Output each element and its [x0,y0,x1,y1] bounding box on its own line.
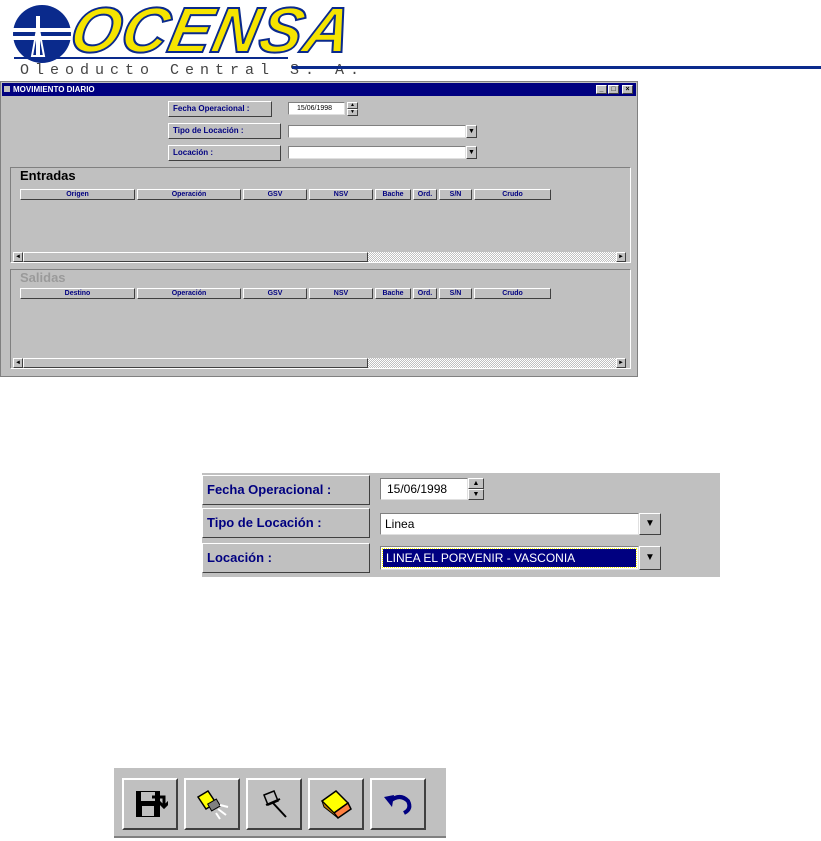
salidas-group: Salidas Destino Operación GSV NSV Bache … [10,269,631,369]
column-header-gsv[interactable]: GSV [243,288,307,299]
undo-button[interactable] [370,778,426,830]
flashlight-icon [196,789,229,820]
column-header-bache[interactable]: Bache [375,189,411,200]
column-header-ord[interactable]: Ord. [413,189,437,200]
zoomed-form-panel: Fecha Operacional : 15/06/1998 ▲ ▼ Tipo … [202,473,720,577]
column-header-gsv[interactable]: GSV [243,189,307,200]
locacion-selected-value[interactable]: LINEA EL PORVENIR - VASCONIA [382,548,637,568]
scroll-thumb[interactable] [23,252,368,262]
scroll-right-button[interactable]: ► [616,358,626,368]
maximize-button[interactable]: □ [608,85,619,94]
column-header-nsv[interactable]: NSV [309,189,373,200]
fecha-operacional-input[interactable]: 15/06/1998 [288,102,345,115]
tipo-locacion-label: Tipo de Locación : [168,123,281,139]
logo-subtitle: Oleoducto Central S. A. [20,62,366,79]
fecha-operacional-label: Fecha Operacional : [168,101,272,117]
locacion-label: Locación : [168,145,281,161]
save-button[interactable] [122,778,178,830]
tipo-locacion-select[interactable] [288,125,466,138]
window-titlebar[interactable]: MOVIMIENTO DIARIO _ □ × [2,83,636,96]
locacion-select[interactable] [288,146,466,159]
scroll-left-button[interactable]: ◄ [13,358,23,368]
column-header-crudo[interactable]: Crudo [474,189,551,200]
fecha-operacional-input[interactable]: 15/06/1998 [380,478,468,500]
scroll-right-button[interactable]: ► [616,252,626,262]
action-toolbar [114,768,446,838]
column-header-operacion[interactable]: Operación [137,189,241,200]
column-header-nsv[interactable]: NSV [309,288,373,299]
locacion-dropdown-arrow[interactable]: ▼ [639,546,661,570]
scroll-left-button[interactable]: ◄ [13,252,23,262]
tipo-locacion-label: Tipo de Locación : [202,508,370,538]
column-header-origen[interactable]: Origen [20,189,135,200]
window-menu-icon[interactable] [4,86,10,92]
column-header-operacion[interactable]: Operación [137,288,241,299]
scroll-track[interactable] [368,358,616,368]
locacion-dropdown-arrow[interactable]: ▼ [466,146,477,159]
salidas-title: Salidas [20,270,66,285]
column-header-sn[interactable]: S/N [439,189,472,200]
pushpin-icon [263,790,287,818]
eraser-icon [320,790,352,820]
logo-underline [14,57,288,59]
date-spin-down[interactable]: ▼ [347,109,358,116]
clear-button[interactable] [308,778,364,830]
locacion-select[interactable]: LINEA EL PORVENIR - VASCONIA [380,546,639,570]
scroll-thumb[interactable] [23,358,368,368]
save-icon [136,791,168,817]
minimize-button[interactable]: _ [596,85,607,94]
date-spin-up[interactable]: ▲ [347,102,358,109]
locacion-label: Locación : [202,543,370,573]
column-header-bache[interactable]: Bache [375,288,411,299]
salidas-horizontal-scrollbar[interactable]: ◄ ► [13,358,626,368]
window-title: MOVIMIENTO DIARIO [13,85,95,94]
tipo-locacion-select[interactable]: Linea [380,513,639,535]
tipo-locacion-dropdown-arrow[interactable]: ▼ [466,125,477,138]
date-spin-down[interactable]: ▼ [468,489,484,500]
tipo-locacion-dropdown-arrow[interactable]: ▼ [639,513,661,535]
pin-button[interactable] [246,778,302,830]
column-header-crudo[interactable]: Crudo [474,288,551,299]
undo-icon [384,795,412,815]
column-header-ord[interactable]: Ord. [413,288,437,299]
fecha-operacional-label: Fecha Operacional : [202,475,370,505]
column-header-destino[interactable]: Destino [20,288,135,299]
movimiento-diario-window: MOVIMIENTO DIARIO _ □ × Fecha Operaciona… [0,81,638,377]
column-header-sn[interactable]: S/N [439,288,472,299]
close-button[interactable]: × [622,85,633,94]
date-spin-up[interactable]: ▲ [468,478,484,489]
entradas-title: Entradas [20,168,76,183]
search-button[interactable] [184,778,240,830]
scroll-track[interactable] [368,252,616,262]
header-rule [292,66,821,69]
entradas-group: Entradas Origen Operación GSV NSV Bache … [10,167,631,263]
entradas-horizontal-scrollbar[interactable]: ◄ ► [13,252,626,262]
